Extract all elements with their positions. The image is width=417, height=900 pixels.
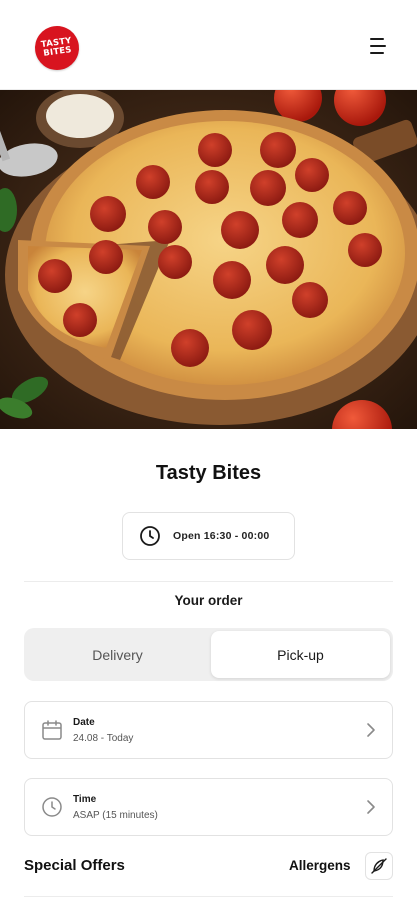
allergens-link[interactable]: Allergens bbox=[289, 858, 351, 873]
time-selector[interactable]: Time ASAP (15 minutes) bbox=[24, 778, 393, 836]
date-label: Date bbox=[73, 717, 95, 728]
divider bbox=[24, 581, 393, 582]
chevron-right-icon bbox=[367, 800, 375, 814]
logo-line-2: BITES bbox=[42, 45, 73, 59]
opening-hours-badge: Open 16:30 - 00:00 bbox=[122, 512, 295, 560]
pickup-option[interactable]: Pick-up bbox=[211, 631, 390, 678]
chevron-right-icon bbox=[367, 723, 375, 737]
special-offers-heading: Special Offers bbox=[24, 857, 125, 874]
hero-pizza-image bbox=[0, 90, 417, 429]
no-gluten-icon bbox=[371, 858, 387, 874]
divider bbox=[24, 896, 393, 897]
time-label: Time bbox=[73, 794, 97, 805]
delivery-option[interactable]: Delivery bbox=[27, 631, 208, 678]
clock-icon bbox=[140, 526, 160, 546]
date-value: 24.08 - Today bbox=[73, 733, 134, 744]
calendar-icon bbox=[42, 720, 62, 740]
date-selector[interactable]: Date 24.08 - Today bbox=[24, 701, 393, 759]
restaurant-name: Tasty Bites bbox=[155, 462, 262, 484]
allergens-button[interactable] bbox=[365, 852, 393, 880]
hamburger-menu-icon[interactable] bbox=[366, 36, 388, 56]
tasty-bites-logo[interactable]: TASTY BITES bbox=[32, 23, 82, 73]
clock-icon bbox=[42, 797, 62, 817]
opening-hours-text: Open 16:30 - 00:00 bbox=[173, 530, 270, 542]
time-value: ASAP (15 minutes) bbox=[73, 810, 158, 821]
your-order-heading: Your order bbox=[174, 593, 243, 608]
order-mode-toggle: Delivery Pick-up bbox=[24, 628, 393, 681]
app-header: TASTY BITES bbox=[0, 0, 417, 90]
